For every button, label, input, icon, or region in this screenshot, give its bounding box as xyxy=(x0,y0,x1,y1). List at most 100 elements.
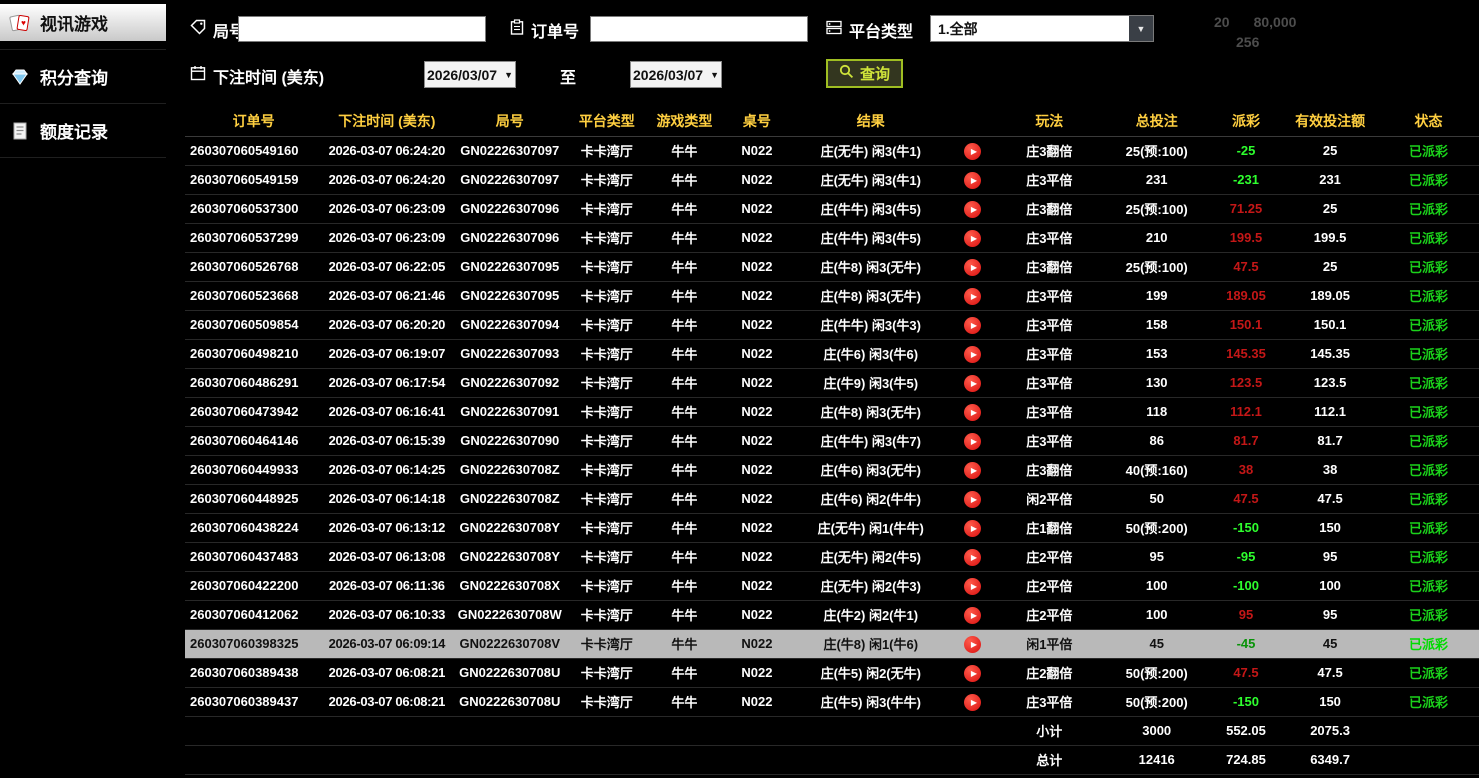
table-row[interactable]: 2603070603894382026-03-07 06:08:21GN0222… xyxy=(185,658,1479,687)
replay-button[interactable]: ▶ xyxy=(964,317,981,334)
replay-button[interactable]: ▶ xyxy=(964,549,981,566)
table-row[interactable]: 2603070605491592026-03-07 06:24:20GN0222… xyxy=(185,165,1479,194)
table-row[interactable]: 2603070605491602026-03-07 06:24:20GN0222… xyxy=(185,136,1479,165)
replay-button[interactable]: ▶ xyxy=(964,491,981,508)
sidebar-item-video-games[interactable]: ♥ 视讯游戏 xyxy=(0,4,166,41)
sidebar-item-credit-records[interactable]: 额度记录 xyxy=(0,112,166,149)
main-content: 局号 订单号 xyxy=(166,0,1479,778)
cell-order: 260307060422200 xyxy=(185,571,322,600)
replay-button[interactable]: ▶ xyxy=(964,694,981,711)
table-row[interactable]: 2603070604641462026-03-07 06:15:39GN0222… xyxy=(185,426,1479,455)
cell-game: 牛牛 xyxy=(646,165,724,194)
replay-button[interactable]: ▶ xyxy=(964,288,981,305)
cell-payout: 199.5 xyxy=(1210,223,1282,252)
cell-order: 260307060438224 xyxy=(185,513,322,542)
column-header: 结果 xyxy=(791,106,951,136)
date-to-dropdown[interactable]: 2026/03/07 ▼ xyxy=(630,61,722,88)
cell-game: 牛牛 xyxy=(646,455,724,484)
replay-button[interactable]: ▶ xyxy=(964,143,981,160)
replay-button[interactable]: ▶ xyxy=(964,230,981,247)
table-row[interactable]: 2603070604489252026-03-07 06:14:18GN0222… xyxy=(185,484,1479,513)
cell-valid-bet: 199.5 xyxy=(1282,223,1378,252)
cell-valid-bet: 150 xyxy=(1282,513,1378,542)
replay-button[interactable]: ▶ xyxy=(964,520,981,537)
table-row[interactable]: 2603070604222002026-03-07 06:11:36GN0222… xyxy=(185,571,1479,600)
cell-time: 2026-03-07 06:14:25 xyxy=(322,455,451,484)
cell-payout: 38 xyxy=(1210,455,1282,484)
cell-status: 已派彩 xyxy=(1378,339,1479,368)
total-row: 总计 12416 724.85 6349.7 xyxy=(185,745,1479,774)
subtotal-total-bet: 3000 xyxy=(1104,716,1210,745)
cell-platform: 卡卡湾厅 xyxy=(568,223,646,252)
cell-valid-bet: 95 xyxy=(1282,542,1378,571)
date-from-dropdown[interactable]: 2026/03/07 ▼ xyxy=(424,61,516,88)
table-row[interactable]: 2603070605098542026-03-07 06:20:20GN0222… xyxy=(185,310,1479,339)
sidebar-item-points-query[interactable]: 积分查询 xyxy=(0,58,166,95)
cell-platform: 卡卡湾厅 xyxy=(568,194,646,223)
replay-button[interactable]: ▶ xyxy=(964,172,981,189)
subtotal-payout: 552.05 xyxy=(1210,716,1282,745)
table-row[interactable]: 2603070605236682026-03-07 06:21:46GN0222… xyxy=(185,281,1479,310)
cell-platform: 卡卡湾厅 xyxy=(568,629,646,658)
cell-status: 已派彩 xyxy=(1378,542,1479,571)
table-row[interactable]: 2603070603983252026-03-07 06:09:14GN0222… xyxy=(185,629,1479,658)
cell-round: GN02226307095 xyxy=(452,281,568,310)
replay-button[interactable]: ▶ xyxy=(964,404,981,421)
table-row[interactable]: 2603070605372992026-03-07 06:23:09GN0222… xyxy=(185,223,1479,252)
sidebar-item-label: 额度记录 xyxy=(40,118,108,143)
calendar-icon xyxy=(190,65,206,86)
chevron-down-icon: ▼ xyxy=(710,70,719,80)
cell-total-bet: 118 xyxy=(1104,397,1210,426)
table-row[interactable]: 2603070605267682026-03-07 06:22:05GN0222… xyxy=(185,252,1479,281)
cell-play-type: 闲2平倍 xyxy=(995,484,1104,513)
cell-result: 庄(无牛) 闲2(牛5) xyxy=(791,542,951,571)
table-row[interactable]: 2603070604862912026-03-07 06:17:54GN0222… xyxy=(185,368,1479,397)
order-number-input[interactable] xyxy=(590,16,808,42)
cell-round: GN02226307097 xyxy=(452,136,568,165)
replay-button[interactable]: ▶ xyxy=(964,375,981,392)
cell-valid-bet: 45 xyxy=(1282,629,1378,658)
search-button[interactable]: 查询 xyxy=(826,59,903,88)
cell-replay: ▶ xyxy=(951,455,995,484)
cell-order: 260307060549159 xyxy=(185,165,322,194)
table-row[interactable]: 2603070604982102026-03-07 06:19:07GN0222… xyxy=(185,339,1479,368)
replay-button[interactable]: ▶ xyxy=(964,201,981,218)
table-row[interactable]: 2603070605373002026-03-07 06:23:09GN0222… xyxy=(185,194,1479,223)
cell-order: 260307060473942 xyxy=(185,397,322,426)
cell-time: 2026-03-07 06:11:36 xyxy=(322,571,451,600)
app-window: ♥ 视讯游戏 积分查询 xyxy=(0,0,1479,778)
replay-button[interactable]: ▶ xyxy=(964,665,981,682)
cell-payout: 123.5 xyxy=(1210,368,1282,397)
cell-valid-bet: 81.7 xyxy=(1282,426,1378,455)
replay-button[interactable]: ▶ xyxy=(964,578,981,595)
table-row[interactable]: 2603070603894372026-03-07 06:08:21GN0222… xyxy=(185,687,1479,716)
replay-button[interactable]: ▶ xyxy=(964,462,981,479)
replay-button[interactable]: ▶ xyxy=(964,607,981,624)
cell-payout: 112.1 xyxy=(1210,397,1282,426)
replay-button[interactable]: ▶ xyxy=(964,259,981,276)
cell-result: 庄(无牛) 闲2(牛3) xyxy=(791,571,951,600)
platform-type-select[interactable]: 1.全部 ▼ xyxy=(930,15,1154,42)
cell-play-type: 庄3平倍 xyxy=(995,165,1104,194)
cell-total-bet: 40(预:160) xyxy=(1104,455,1210,484)
cell-valid-bet: 112.1 xyxy=(1282,397,1378,426)
replay-button[interactable]: ▶ xyxy=(964,636,981,653)
round-number-input[interactable] xyxy=(238,16,486,42)
cell-time: 2026-03-07 06:17:54 xyxy=(322,368,451,397)
cell-status: 已派彩 xyxy=(1378,397,1479,426)
table-row[interactable]: 2603070604120622026-03-07 06:10:33GN0222… xyxy=(185,600,1479,629)
cell-total-bet: 50(预:200) xyxy=(1104,687,1210,716)
replay-button[interactable]: ▶ xyxy=(964,346,981,363)
table-row[interactable]: 2603070604374832026-03-07 06:13:08GN0222… xyxy=(185,542,1479,571)
cell-total-bet: 100 xyxy=(1104,600,1210,629)
table-body: 2603070605491602026-03-07 06:24:20GN0222… xyxy=(185,136,1479,716)
table-row[interactable]: 2603070604499332026-03-07 06:14:25GN0222… xyxy=(185,455,1479,484)
cell-time: 2026-03-07 06:23:09 xyxy=(322,223,451,252)
cell-platform: 卡卡湾厅 xyxy=(568,484,646,513)
cell-total-bet: 199 xyxy=(1104,281,1210,310)
replay-button[interactable]: ▶ xyxy=(964,433,981,450)
cell-round: GN0222630708Z xyxy=(452,455,568,484)
table-row[interactable]: 2603070604739422026-03-07 06:16:41GN0222… xyxy=(185,397,1479,426)
cell-game: 牛牛 xyxy=(646,513,724,542)
table-row[interactable]: 2603070604382242026-03-07 06:13:12GN0222… xyxy=(185,513,1479,542)
